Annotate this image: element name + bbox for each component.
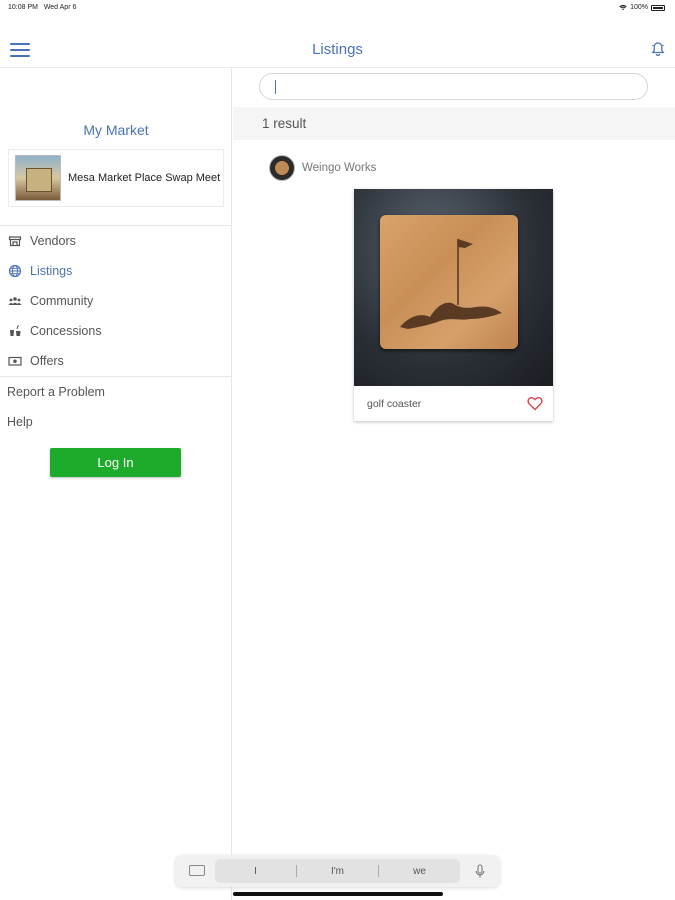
login-button[interactable]: Log In <box>50 448 181 477</box>
keyboard-shortcut-bar: I I'm we <box>175 855 500 887</box>
sidebar-item-label: Vendors <box>30 234 76 248</box>
help-link[interactable]: Help <box>0 407 232 437</box>
nav-bar: Listings <box>0 30 675 68</box>
food-icon <box>10 325 21 336</box>
vendor-name: Weingo Works <box>302 162 377 174</box>
market-thumbnail <box>15 155 61 201</box>
my-market-heading: My Market <box>83 122 149 138</box>
status-bar: 10:08 PM Wed Apr 6 100% <box>0 0 675 18</box>
sidebar-menu: Vendors Listings Community Concessions O… <box>0 225 232 437</box>
golf-engraving <box>400 239 502 329</box>
sidebar-item-vendors[interactable]: Vendors <box>0 226 232 256</box>
status-time: 10:08 PM Wed Apr 6 <box>8 4 77 11</box>
suggestion-item[interactable]: we <box>379 866 460 877</box>
vendor-header[interactable]: Weingo Works <box>269 155 376 181</box>
avatar <box>269 155 295 181</box>
listing-card[interactable]: golf coaster <box>354 189 553 421</box>
result-count: 1 result <box>233 107 675 140</box>
heart-icon[interactable] <box>527 396 543 411</box>
globe-icon <box>8 264 22 278</box>
market-name: Mesa Market Place Swap Meet <box>68 172 221 184</box>
coaster-image <box>380 215 518 349</box>
listing-photo <box>354 189 553 386</box>
sidebar-item-label: Concessions <box>30 324 102 338</box>
storefront-icon <box>8 236 22 247</box>
suggestion-item[interactable]: I'm <box>297 866 378 877</box>
sidebar-item-concessions[interactable]: Concessions <box>0 316 232 346</box>
sidebar-item-listings[interactable]: Listings <box>0 256 232 286</box>
sidebar-item-offers[interactable]: Offers <box>0 346 232 376</box>
listing-footer: golf coaster <box>354 386 553 421</box>
main-content: 1 result Weingo Works golf coaster <box>233 68 675 900</box>
ticket-icon <box>8 356 22 366</box>
status-right: 100% <box>619 4 665 11</box>
text-cursor <box>275 80 276 94</box>
sidebar-item-label: Listings <box>30 264 73 278</box>
report-problem-link[interactable]: Report a Problem <box>0 377 232 407</box>
market-card[interactable]: Mesa Market Place Swap Meet <box>8 149 224 207</box>
sidebar: My Market Mesa Market Place Swap Meet Ve… <box>0 68 232 900</box>
sidebar-item-label: Offers <box>30 354 64 368</box>
home-indicator <box>233 892 443 896</box>
battery-percent: 100% <box>630 4 648 11</box>
sidebar-item-label: Community <box>30 294 94 308</box>
bell-icon[interactable] <box>650 41 666 57</box>
listing-title: golf coaster <box>367 397 422 410</box>
sidebar-item-community[interactable]: Community <box>0 286 232 316</box>
microphone-icon[interactable] <box>475 864 485 879</box>
search-input[interactable] <box>259 73 648 100</box>
wifi-icon <box>619 4 627 10</box>
page-title: Listings <box>312 41 363 58</box>
people-icon <box>8 297 22 305</box>
battery-icon <box>651 4 665 11</box>
suggestion-item[interactable]: I <box>215 866 296 877</box>
predictive-suggestions: I I'm we <box>215 859 460 883</box>
keyboard-icon[interactable] <box>189 865 205 876</box>
